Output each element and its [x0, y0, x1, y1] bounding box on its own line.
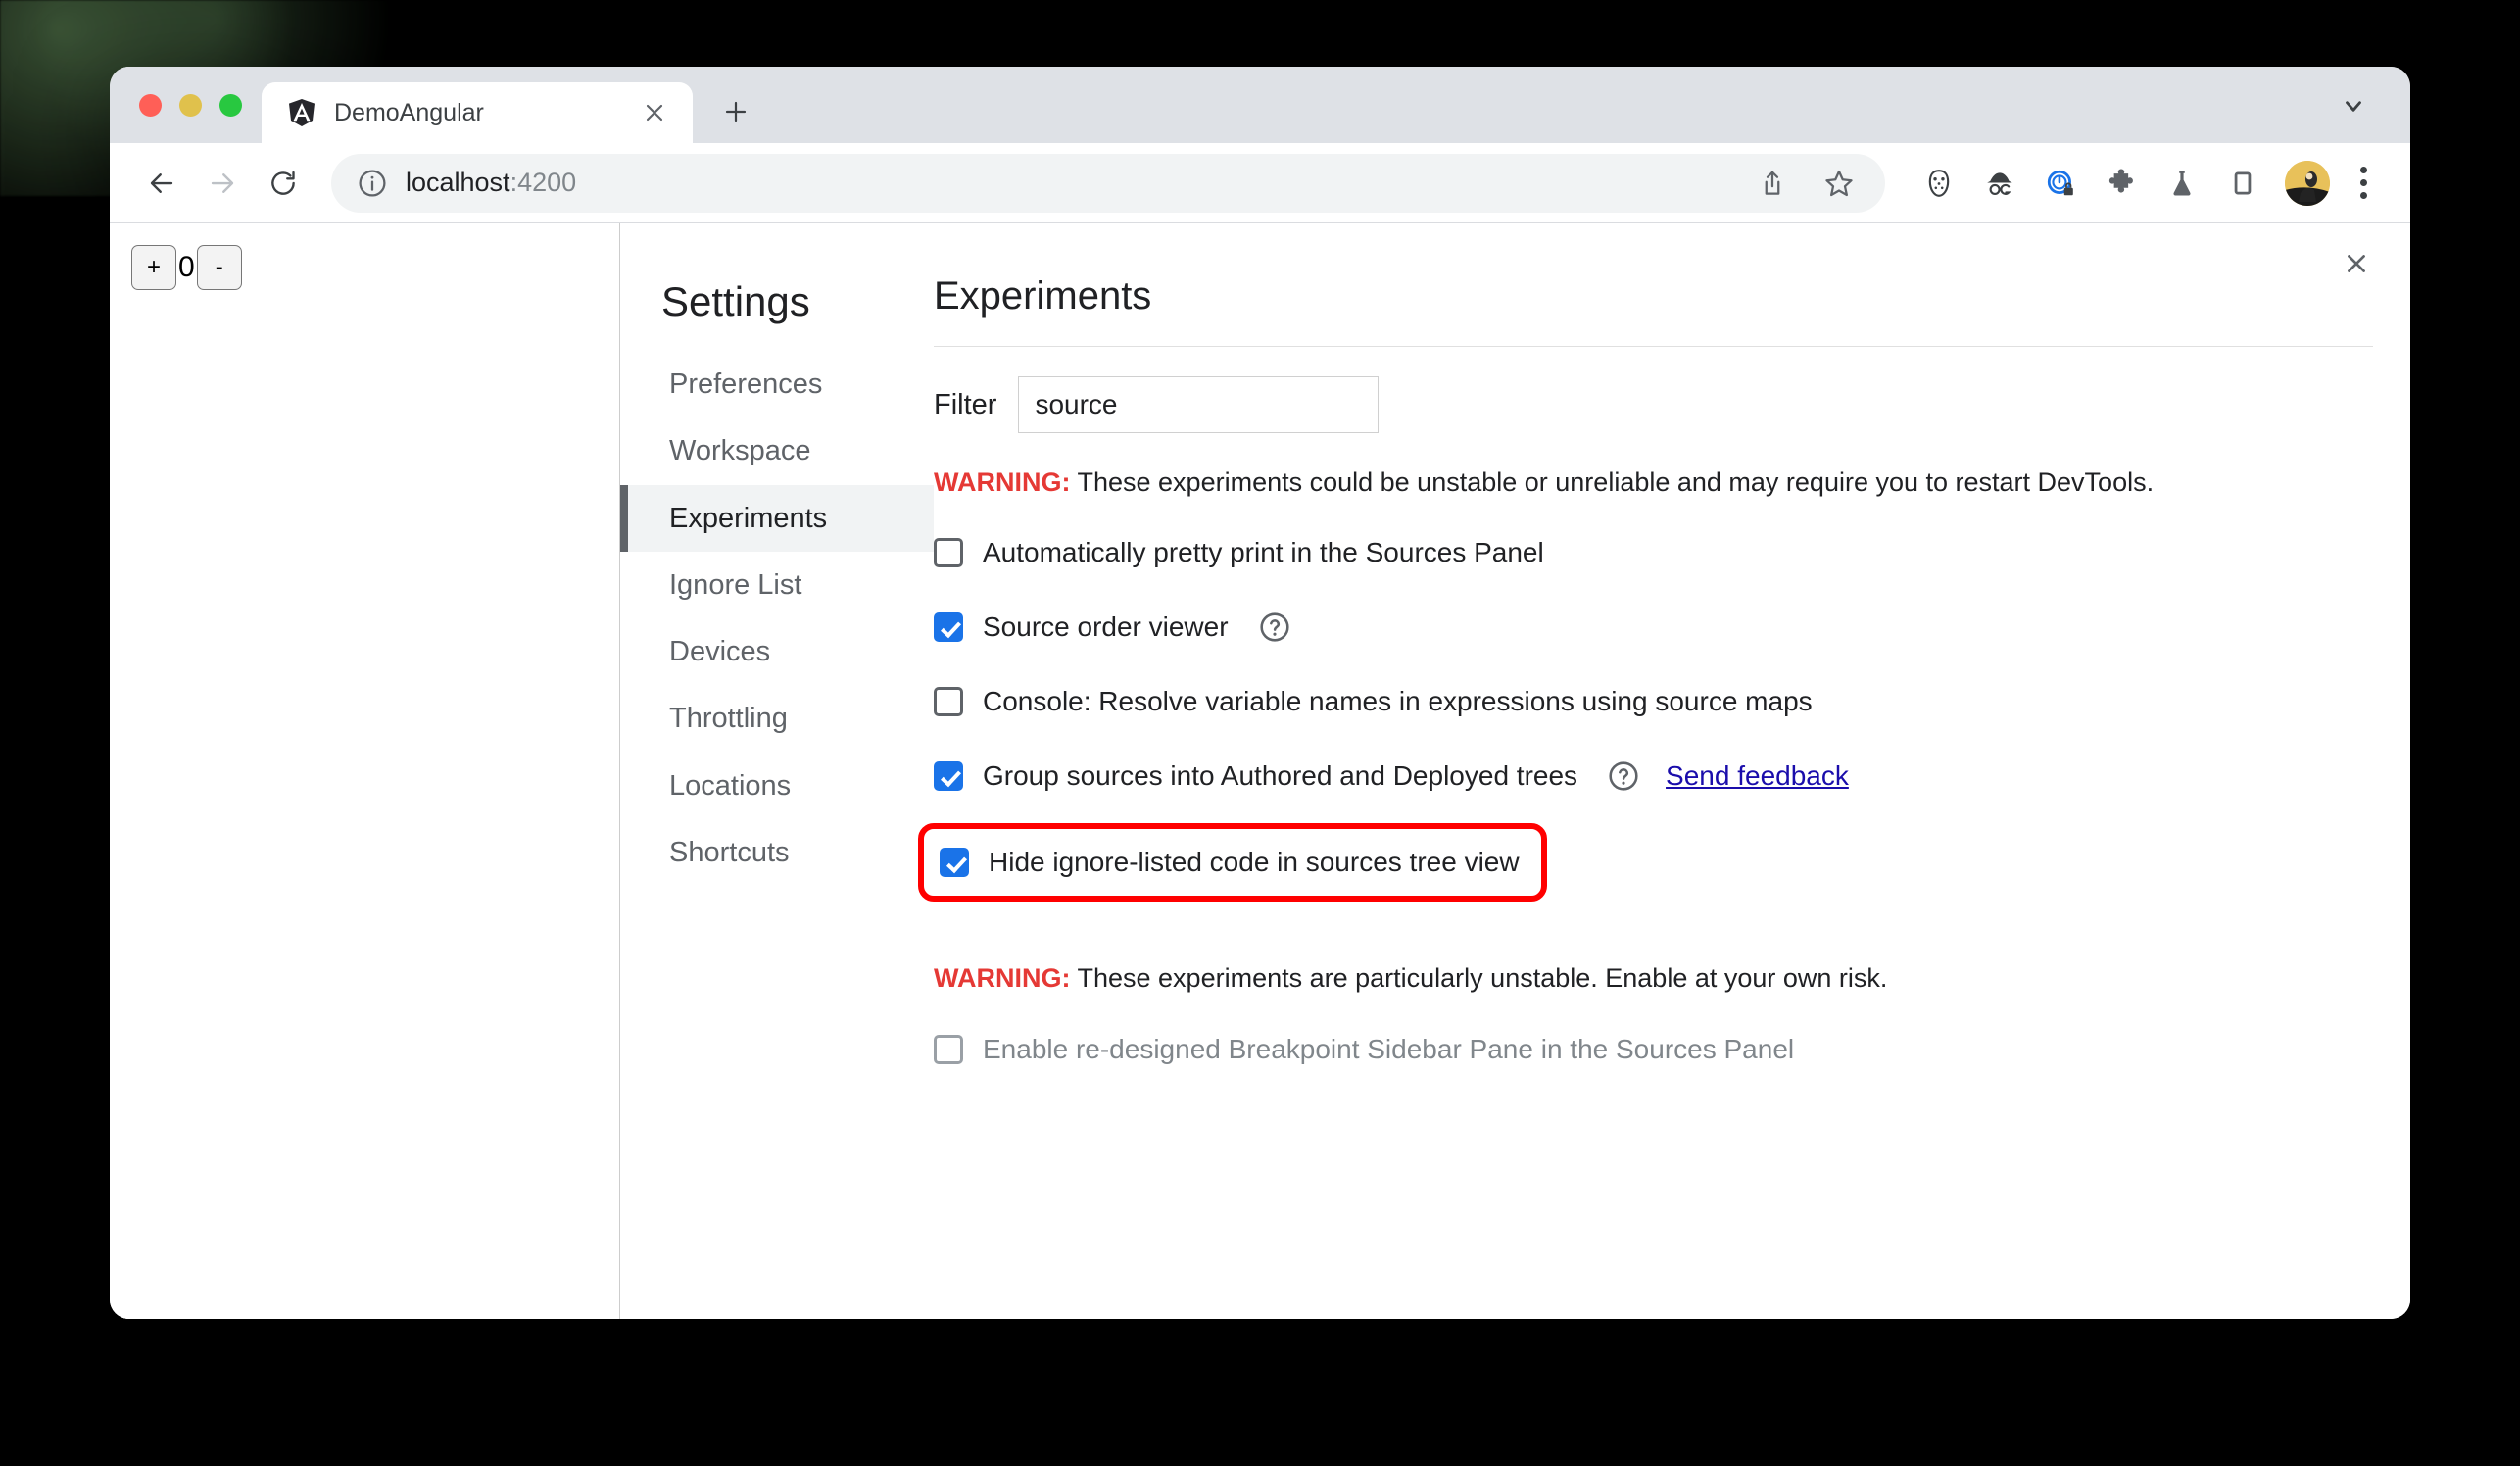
close-icon[interactable] — [2334, 241, 2379, 286]
counter-widget: + 0 - — [131, 245, 619, 290]
sidebar-item-preferences[interactable]: Preferences — [620, 351, 934, 417]
extension-icons — [1899, 155, 2271, 212]
window-traffic-lights — [110, 67, 262, 143]
share-icon[interactable] — [1744, 155, 1801, 212]
og-hat-extension-icon[interactable] — [1971, 155, 2028, 212]
chevron-down-icon[interactable] — [2324, 76, 2383, 135]
three-dot-menu-icon[interactable] — [2338, 154, 2389, 213]
sidebar-item-shortcuts[interactable]: Shortcuts — [620, 819, 934, 886]
experiment-row-breakpoint-sidebar-pane[interactable]: Enable re-designed Breakpoint Sidebar Pa… — [934, 1022, 1794, 1077]
devtools-settings-dialog: Settings Preferences Workspace Experimen… — [620, 223, 2410, 1319]
address-bar[interactable]: localhost:4200 — [331, 153, 1885, 213]
omnibox-actions — [1744, 155, 1867, 212]
side-panel-icon[interactable] — [2214, 155, 2271, 212]
warning-primary: WARNING: These experiments could be unst… — [934, 464, 2410, 500]
experiment-row-pretty-print[interactable]: Automatically pretty print in the Source… — [934, 525, 1544, 580]
checkbox-source-order-viewer[interactable] — [934, 612, 963, 643]
url-host: localhost — [406, 168, 510, 197]
experiment-label: Automatically pretty print in the Source… — [983, 537, 1544, 568]
counter-value: 0 — [178, 251, 195, 283]
experiment-label: Group sources into Authored and Deployed… — [983, 760, 1578, 792]
tab-strip: DemoAngular — [110, 67, 2410, 143]
experiment-label: Console: Resolve variable names in expre… — [983, 686, 1813, 717]
url-text: localhost:4200 — [406, 168, 576, 198]
browser-content: + 0 - Settings Preferences Workspace Exp… — [110, 223, 2410, 1319]
decrement-button[interactable]: - — [196, 245, 242, 290]
settings-heading: Settings — [661, 278, 810, 324]
info-circle-icon[interactable] — [357, 168, 388, 199]
experiment-label: Source order viewer — [983, 611, 1229, 643]
experiment-row-group-sources[interactable]: Group sources into Authored and Deployed… — [934, 749, 1849, 804]
filter-label: Filter — [934, 388, 997, 420]
warning-prefix: WARNING: — [934, 963, 1071, 994]
flask-experiments-icon[interactable] — [2154, 155, 2210, 212]
filter-row: Filter — [934, 376, 2410, 433]
maximize-window-button[interactable] — [219, 93, 242, 117]
url-port: :4200 — [509, 168, 577, 197]
checkbox-pretty-print[interactable] — [934, 538, 963, 568]
reload-icon[interactable] — [253, 153, 314, 214]
settings-navigation: Settings Preferences Workspace Experimen… — [620, 241, 934, 1319]
close-window-button[interactable] — [139, 93, 162, 117]
checkbox-group-sources[interactable] — [934, 761, 963, 792]
hockey-mask-extension-icon[interactable] — [1911, 155, 1967, 212]
sidebar-item-workspace[interactable]: Workspace — [620, 417, 934, 484]
warning-prefix: WARNING: — [934, 467, 1071, 497]
new-tab-button[interactable] — [708, 84, 763, 139]
experiment-row-hide-ignore-listed[interactable]: Hide ignore-listed code in sources tree … — [918, 823, 1547, 903]
lock-meter-extension-icon[interactable] — [2032, 155, 2089, 212]
browser-toolbar: localhost:4200 — [110, 143, 2410, 223]
warning-secondary: WARNING: These experiments are particula… — [934, 960, 2410, 996]
warning-text: These experiments are particularly unsta… — [1070, 963, 1888, 994]
sidebar-item-throttling[interactable]: Throttling — [620, 685, 934, 752]
sidebar-item-ignore-list[interactable]: Ignore List — [620, 552, 934, 618]
close-icon[interactable] — [638, 96, 671, 129]
checkbox-breakpoint-sidebar-pane[interactable] — [934, 1034, 963, 1064]
back-arrow-icon[interactable] — [131, 153, 192, 214]
help-circle-icon[interactable] — [1607, 759, 1640, 793]
browser-window: DemoAngular localhost:4200 + 0 - Setting… — [110, 67, 2410, 1319]
browser-tab[interactable]: DemoAngular — [262, 82, 693, 143]
warning-text: These experiments could be unstable or u… — [1070, 467, 2155, 497]
send-feedback-link[interactable]: Send feedback — [1666, 760, 1849, 792]
panel-divider — [934, 346, 2373, 347]
forward-arrow-icon[interactable] — [192, 153, 253, 214]
profile-avatar[interactable] — [2285, 160, 2330, 206]
puzzle-piece-extensions-icon[interactable] — [2093, 155, 2150, 212]
sidebar-item-devices[interactable]: Devices — [620, 618, 934, 685]
web-page-viewport: + 0 - — [110, 223, 620, 1319]
tab-title: DemoAngular — [334, 98, 484, 126]
help-circle-icon[interactable] — [1258, 611, 1291, 644]
filter-input[interactable] — [1018, 376, 1380, 433]
desktop-backdrop: DemoAngular localhost:4200 + 0 - Setting… — [0, 0, 2520, 1466]
sidebar-item-locations[interactable]: Locations — [620, 753, 934, 819]
experiment-label: Hide ignore-listed code in sources tree … — [989, 847, 1520, 878]
angular-logo-icon — [287, 98, 316, 127]
checkbox-hide-ignore-listed[interactable] — [940, 848, 969, 878]
experiment-row-console-resolve-variables[interactable]: Console: Resolve variable names in expre… — [934, 674, 1813, 729]
star-icon[interactable] — [1811, 155, 1867, 212]
experiments-panel: Experiments Filter WARNING: These experi… — [918, 241, 2410, 1319]
sidebar-item-experiments[interactable]: Experiments — [620, 484, 934, 552]
experiment-label: Enable re-designed Breakpoint Sidebar Pa… — [983, 1033, 1795, 1064]
increment-button[interactable]: + — [131, 245, 176, 290]
checkbox-console-resolve-variables[interactable] — [934, 687, 963, 717]
page-title: Experiments — [934, 274, 1152, 318]
experiment-row-source-order-viewer[interactable]: Source order viewer — [934, 600, 1291, 655]
minimize-window-button[interactable] — [179, 93, 202, 117]
